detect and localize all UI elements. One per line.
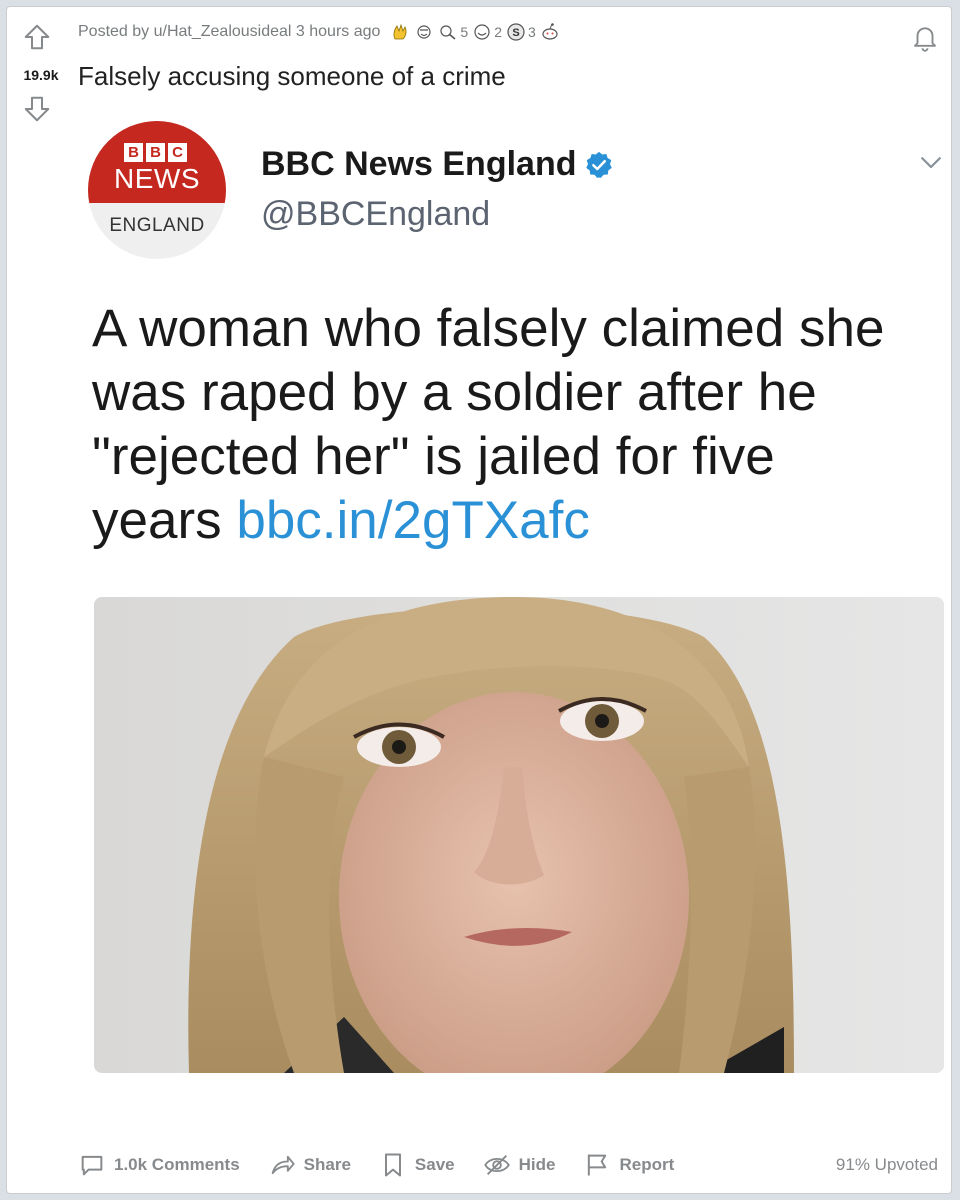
tweet-author-name: BBC News England bbox=[261, 145, 614, 184]
save-button[interactable]: Save bbox=[379, 1151, 455, 1179]
tweet-link[interactable]: bbc.in/2gTXafc bbox=[236, 491, 590, 550]
vote-score: 19.9k bbox=[23, 67, 59, 83]
report-button[interactable]: Report bbox=[583, 1151, 674, 1179]
award-count: 2 bbox=[494, 24, 503, 40]
tweet-image[interactable]: B B C NEWS ENGLAND BBC News England @BBC… bbox=[78, 107, 946, 1097]
hide-label: Hide bbox=[518, 1155, 556, 1174]
post-meta: Posted by u/Hat_Zealousideal 3 hours ago… bbox=[78, 21, 560, 43]
silver-coin-award-icon: S bbox=[506, 22, 526, 42]
comment-bubble-icon bbox=[81, 1155, 103, 1176]
post-action-bar: 1.0k Comments Share Save Hide Report 91%… bbox=[78, 1149, 938, 1181]
awards[interactable]: 5 2 S 3 bbox=[390, 22, 559, 42]
bookmark-icon bbox=[384, 1153, 401, 1177]
snoo-award-icon bbox=[540, 22, 560, 42]
share-label: Share bbox=[303, 1155, 351, 1174]
smile-award-icon bbox=[472, 22, 492, 42]
hide-button[interactable]: Hide bbox=[483, 1151, 556, 1179]
comments-label: 1.0k Comments bbox=[114, 1155, 240, 1174]
award[interactable]: 2 bbox=[472, 22, 502, 42]
author-name: BBC News England bbox=[261, 145, 577, 183]
eye-slash-icon bbox=[483, 1155, 510, 1175]
bell-icon[interactable] bbox=[909, 21, 941, 53]
wholesome-award-icon bbox=[414, 22, 434, 42]
bbc-block: C bbox=[168, 143, 187, 162]
chevron-down-icon[interactable] bbox=[916, 147, 946, 177]
flag-icon bbox=[588, 1154, 607, 1176]
bbc-block: B bbox=[146, 143, 165, 162]
mugshot-photo bbox=[94, 597, 944, 1073]
share-button[interactable]: Share bbox=[268, 1151, 351, 1179]
post-title[interactable]: Falsely accusing someone of a crime bbox=[78, 61, 506, 92]
svg-text:S: S bbox=[512, 27, 519, 39]
bbc-blocks: B B C bbox=[124, 143, 187, 162]
logo-region: ENGLAND bbox=[109, 215, 205, 236]
award-count: 3 bbox=[528, 24, 536, 40]
upvote-ratio: 91% Upvoted bbox=[835, 1155, 938, 1174]
bbc-news-england-logo: B B C NEWS ENGLAND bbox=[88, 121, 226, 259]
save-label: Save bbox=[414, 1155, 455, 1174]
posted-by[interactable]: Posted by u/Hat_Zealousideal 3 hours ago bbox=[78, 23, 380, 41]
comments-button[interactable]: 1.0k Comments bbox=[78, 1151, 240, 1179]
award[interactable] bbox=[540, 22, 560, 42]
vote-column: 19.9k bbox=[7, 7, 77, 137]
award[interactable]: S 3 bbox=[506, 22, 536, 42]
award[interactable] bbox=[414, 22, 434, 42]
report-label: Report bbox=[619, 1155, 675, 1174]
arrow-down-icon[interactable] bbox=[21, 93, 53, 125]
logo-brand: NEWS bbox=[114, 163, 200, 194]
tweet-text: A woman who falsely claimed she was rape… bbox=[92, 297, 912, 553]
share-arrow-icon bbox=[271, 1155, 295, 1175]
helpful-award-icon bbox=[438, 22, 458, 42]
arrow-up-icon[interactable] bbox=[21, 21, 53, 53]
clapping-hands-award-icon bbox=[390, 22, 410, 42]
verified-badge-icon bbox=[586, 151, 613, 178]
award-count: 5 bbox=[460, 24, 469, 40]
tweet-handle: @BBCEngland bbox=[261, 195, 491, 233]
award[interactable] bbox=[390, 22, 410, 42]
bbc-block: B bbox=[124, 143, 143, 162]
award[interactable]: 5 bbox=[438, 22, 468, 42]
post-card: 19.9k Posted by u/Hat_Zealousideal 3 hou… bbox=[6, 6, 952, 1194]
